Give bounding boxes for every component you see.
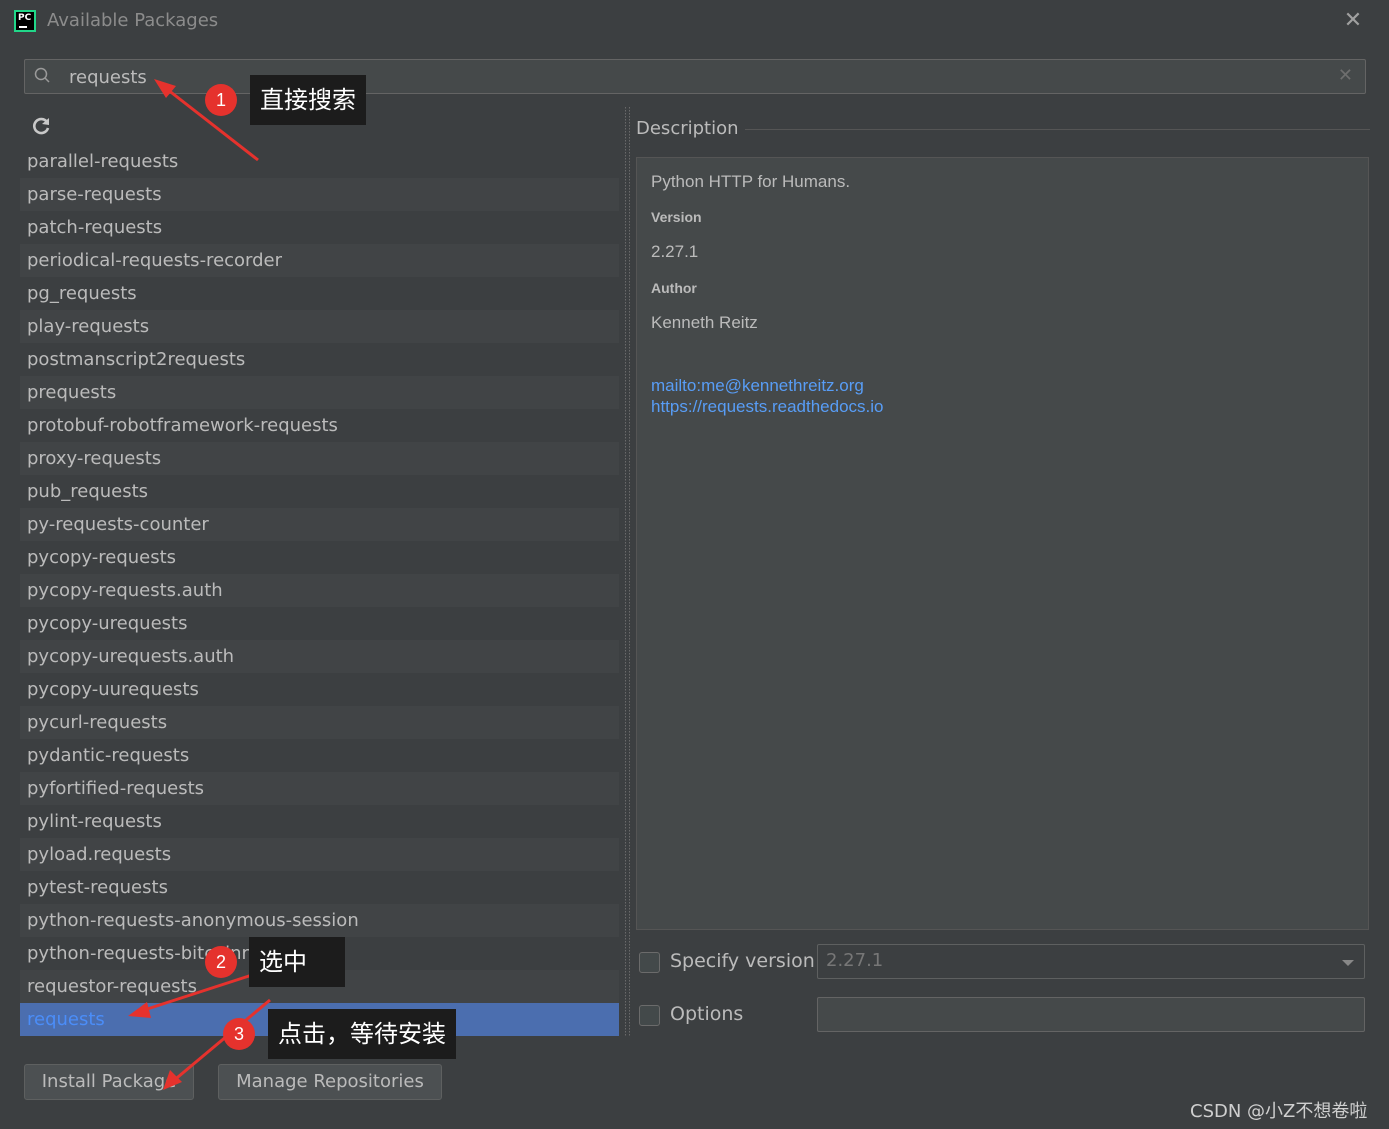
watermark: CSDN @小Z不想卷啦	[1190, 1101, 1368, 1122]
step-2-badge: 2	[205, 946, 237, 978]
version-label: Version	[651, 209, 702, 225]
package-row[interactable]: pycopy-requests.auth	[20, 574, 619, 607]
package-row[interactable]: pytest-requests	[20, 871, 619, 904]
author-label: Author	[651, 280, 697, 296]
package-row[interactable]: py-requests-counter	[20, 508, 619, 541]
package-row[interactable]: pycopy-uurequests	[20, 673, 619, 706]
options-label: Options	[670, 1003, 744, 1025]
package-row[interactable]: play-requests	[20, 310, 619, 343]
specify-version-label: Specify version	[670, 950, 815, 972]
version-value: 2.27.1	[651, 242, 699, 261]
description-header: Description	[636, 118, 739, 139]
package-row[interactable]: pg_requests	[20, 277, 619, 310]
package-row[interactable]: parse-requests	[20, 178, 619, 211]
description-divider	[745, 129, 1370, 130]
step-1-badge: 1	[205, 84, 237, 116]
specify-version-checkbox[interactable]	[639, 952, 660, 973]
manage-repositories-button[interactable]: Manage Repositories	[218, 1064, 442, 1100]
package-row[interactable]: pylint-requests	[20, 805, 619, 838]
options-checkbox[interactable]	[639, 1005, 660, 1026]
splitter[interactable]	[623, 107, 633, 1036]
step-1-note: 直接搜索	[250, 75, 366, 125]
refresh-icon[interactable]	[30, 115, 52, 137]
package-row[interactable]: pycopy-requests	[20, 541, 619, 574]
window-title: Available Packages	[47, 10, 219, 31]
author-value: Kenneth Reitz	[651, 313, 758, 332]
search-input[interactable]	[69, 64, 1269, 90]
package-row[interactable]: prequests	[20, 376, 619, 409]
step-3-note: 点击，等待安装	[268, 1009, 456, 1059]
email-link[interactable]: mailto:me@kennethreitz.org	[651, 376, 864, 396]
package-row[interactable]: pyload.requests	[20, 838, 619, 871]
close-icon[interactable]: ✕	[1340, 8, 1366, 34]
package-row[interactable]: python-requests-anonymous-session	[20, 904, 619, 937]
package-row[interactable]: pycopy-urequests	[20, 607, 619, 640]
package-row[interactable]: pycurl-requests	[20, 706, 619, 739]
package-row[interactable]: pyfortified-requests	[20, 772, 619, 805]
package-row[interactable]: pub_requests	[20, 475, 619, 508]
pycharm-logo-icon: PC	[14, 10, 36, 32]
package-row[interactable]: postmanscript2requests	[20, 343, 619, 376]
package-row[interactable]: pydantic-requests	[20, 739, 619, 772]
package-row[interactable]: proxy-requests	[20, 442, 619, 475]
package-row[interactable]: parallel-requests	[20, 145, 619, 178]
options-input[interactable]	[817, 997, 1365, 1032]
step-2-note: 选中	[249, 937, 345, 987]
package-row[interactable]: periodical-requests-recorder	[20, 244, 619, 277]
docs-link[interactable]: https://requests.readthedocs.io	[651, 397, 883, 417]
package-row[interactable]: patch-requests	[20, 211, 619, 244]
chevron-down-icon	[1342, 960, 1354, 966]
version-dropdown[interactable]: 2.27.1	[817, 944, 1365, 979]
step-3-badge: 3	[223, 1018, 255, 1050]
package-row[interactable]: protobuf-robotframework-requests	[20, 409, 619, 442]
package-rows: parallel-requests parse-requests patch-req…	[20, 145, 619, 1036]
description-panel: Python HTTP for Humans. Version 2.27.1 A…	[636, 157, 1369, 930]
package-row[interactable]: pycopy-urequests.auth	[20, 640, 619, 673]
title-bar: PC Available Packages ✕	[0, 0, 1389, 46]
package-list[interactable]: parallel-requests parse-requests patch-req…	[20, 107, 619, 1036]
package-summary: Python HTTP for Humans.	[651, 172, 851, 191]
clear-search-icon[interactable]: ✕	[1338, 65, 1353, 86]
install-package-button[interactable]: Install Package	[24, 1064, 194, 1100]
search-icon	[34, 67, 50, 83]
version-dropdown-value: 2.27.1	[826, 950, 884, 971]
